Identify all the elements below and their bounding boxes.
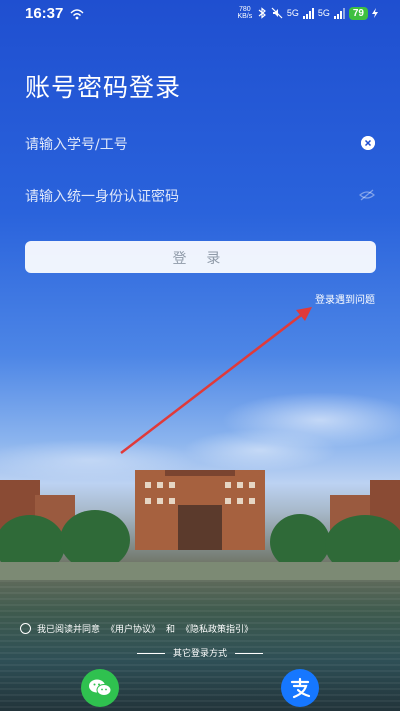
sim1-label: 5G [286, 8, 299, 18]
login-screen: 16:37 780 KB/s 5G 5G 79 账号密码登录 请输入学号/工号 … [0, 0, 400, 711]
sim2-label: 5G [317, 8, 330, 18]
wechat-icon [89, 679, 112, 696]
campus-building-image [0, 470, 400, 580]
net-speed: 780 KB/s [236, 6, 254, 20]
wechat-login-button[interactable] [81, 669, 119, 707]
clear-icon[interactable] [361, 136, 375, 150]
eye-off-icon[interactable] [359, 188, 375, 202]
privacy-policy-link[interactable]: 《隐私政策指引》 [181, 622, 253, 635]
password-input[interactable]: 请输入统一身份认证密码 [25, 186, 179, 206]
account-field[interactable]: 请输入学号/工号 [25, 126, 377, 160]
battery-level: 79 [348, 6, 368, 20]
charging-icon [372, 8, 378, 18]
agreement-prefix: 我已阅读并同意 [37, 625, 101, 635]
alipay-icon [290, 677, 311, 699]
bluetooth-icon [258, 7, 266, 19]
user-agreement-link[interactable]: 《用户协议》 [106, 622, 160, 635]
login-help-link[interactable]: 登录遇到问题 [315, 291, 375, 306]
status-icons: 780 KB/s 5G 5G 79 [236, 6, 378, 20]
page-title: 账号密码登录 [25, 73, 182, 102]
signal-icon [302, 7, 314, 19]
account-input[interactable]: 请输入学号/工号 [25, 134, 128, 154]
net-speed-value: 780 [239, 6, 251, 13]
net-speed-unit: KB/s [237, 13, 253, 20]
signal-icon-2 [333, 7, 345, 19]
status-bar: 16:37 780 KB/s 5G 5G 79 [0, 0, 400, 28]
agree-checkbox[interactable] [20, 623, 31, 634]
agreement-and: 和 [166, 625, 176, 635]
agreement-row: 我已阅读并同意 《用户协议》 和 《隐私政策指引》 [20, 622, 253, 635]
other-login-title: 其它登录方式 [0, 646, 400, 659]
status-time: 16:37 [25, 5, 64, 22]
password-field[interactable]: 请输入统一身份认证密码 [25, 178, 377, 212]
mute-icon [271, 7, 283, 19]
other-login-label: 其它登录方式 [172, 649, 227, 659]
login-button[interactable]: 登 录 [25, 241, 376, 273]
wifi-icon [70, 9, 84, 20]
alipay-login-button[interactable] [281, 669, 319, 707]
